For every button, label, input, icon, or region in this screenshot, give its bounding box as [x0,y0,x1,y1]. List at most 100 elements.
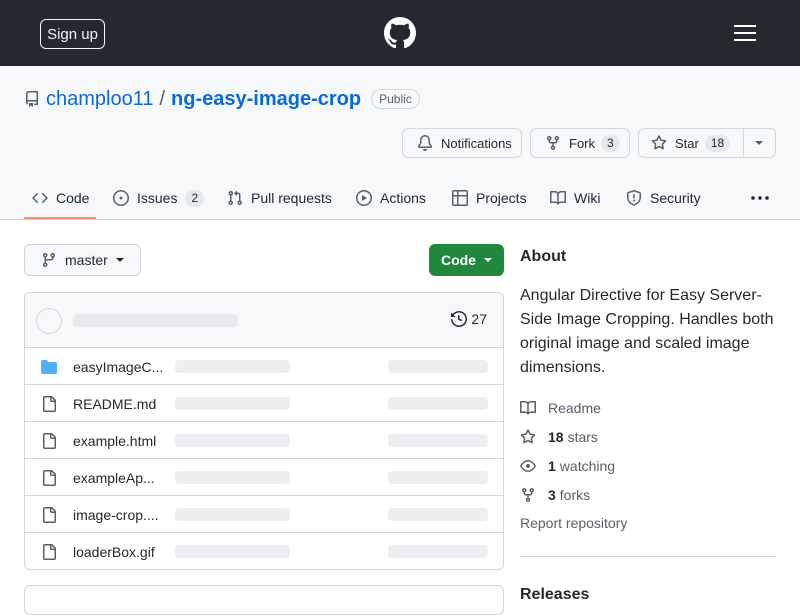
commit-message-placeholder [175,434,290,447]
tab-projects-label: Projects [476,190,527,206]
repo-nav-tabs: Code Issues 2 Pull requests Actions Proj… [0,176,800,220]
watchers-link[interactable]: 1 watching [520,456,615,476]
tab-projects[interactable]: Projects [452,176,527,220]
hamburger-menu-icon[interactable] [734,23,756,43]
shield-icon [627,190,641,206]
commit-date-placeholder [388,545,488,558]
file-row[interactable]: example.html [25,422,503,459]
file-row[interactable]: loaderBox.gif [25,533,503,569]
more-tabs-button[interactable] [750,176,778,220]
about-heading: About [520,248,567,265]
file-icon [43,470,56,486]
forks-link[interactable]: 3 forks [520,485,590,505]
code-button-label: Code [441,252,476,268]
file-row[interactable]: easyImageC... [25,348,503,385]
file-name[interactable]: easyImageC... [73,359,163,375]
eye-icon [520,460,536,472]
file-name[interactable]: README.md [73,396,163,412]
repo-description: Angular Directive for Easy Server-Side I… [520,287,774,376]
notifications-button[interactable]: Notifications [402,128,522,158]
commit-message-placeholder [73,314,238,327]
star-label: Star [675,135,699,151]
stars-link[interactable]: 18 stars [520,427,598,447]
commit-date-placeholder [388,471,488,484]
tab-wiki[interactable]: Wiki [550,176,600,220]
path-separator: / [159,87,166,110]
tab-code-label: Code [56,190,90,206]
file-list: 27 easyImageC... README.md example.html … [24,292,504,570]
chevron-down-icon [115,258,124,262]
repo-title: champloo11 / ng-easy-image-crop Public [24,86,420,112]
star-dropdown-caret-icon[interactable] [755,141,763,145]
star-icon [520,429,536,444]
commit-message-placeholder [175,471,290,484]
repo-name-link[interactable]: ng-easy-image-crop [171,88,361,111]
file-icon [43,507,56,523]
star-button[interactable]: Star 18 [638,128,776,158]
file-icon [43,433,56,449]
pull-request-icon [228,190,243,206]
book-icon [520,400,536,415]
history-icon [451,311,468,327]
forks-label: forks [559,487,591,503]
code-icon [32,192,48,204]
tab-issues-label: Issues [137,190,178,206]
file-name[interactable]: example.html [73,433,163,449]
file-row[interactable]: README.md [25,385,503,422]
repo-icon [25,91,38,107]
branch-icon [42,253,55,268]
tab-actions[interactable]: Actions [356,176,426,220]
fork-button[interactable]: Fork 3 [530,128,630,158]
site-header: Sign up [0,0,800,66]
commit-message-placeholder [175,545,290,558]
issue-icon [113,190,129,206]
commit-message-placeholder [175,397,290,410]
file-name[interactable]: loaderBox.gif [73,544,163,560]
file-name[interactable]: image-crop.... [73,507,163,523]
tab-code[interactable]: Code [32,176,89,220]
file-icon [43,544,56,560]
table-icon [452,190,468,206]
report-repository-link[interactable]: Report repository [520,515,627,531]
repo-owner-link[interactable]: champloo11 [46,88,153,111]
notifications-label: Notifications [441,135,512,151]
avatar-placeholder [36,308,62,334]
readme-link[interactable]: Readme [520,398,601,418]
star-icon [651,135,667,150]
stars-label: stars [567,429,598,445]
tab-pull-requests-label: Pull requests [251,190,332,206]
commit-date-placeholder [388,397,488,410]
book-icon [550,190,566,205]
tab-security-label: Security [650,190,701,206]
releases-heading[interactable]: Releases [520,586,589,604]
tab-security[interactable]: Security [626,176,701,220]
repo-header: champloo11 / ng-easy-image-crop Public N… [0,66,800,220]
sidebar-divider [520,556,776,557]
watching-label: watching [559,458,616,474]
chevron-down-icon [484,258,492,262]
fork-count: 3 [601,134,620,152]
sign-up-button[interactable]: Sign up [40,19,105,49]
readme-box [24,585,504,615]
code-download-button[interactable]: Code [429,244,504,276]
file-row[interactable]: image-crop.... [25,496,503,533]
tab-wiki-label: Wiki [574,190,601,206]
play-icon [356,190,372,206]
file-row[interactable]: exampleAp... [25,459,503,496]
visibility-badge: Public [371,89,420,109]
file-icon [43,396,56,412]
branch-select-button[interactable]: master [24,244,141,276]
kebab-horizontal-icon [751,196,769,200]
github-logo-icon[interactable] [384,17,416,49]
stars-count: 18 [548,429,564,445]
commit-date-placeholder [388,508,488,521]
star-count: 18 [704,134,731,152]
tab-issues[interactable]: Issues 2 [113,176,205,220]
readme-label: Readme [548,400,601,416]
commit-date-placeholder [388,360,488,373]
latest-commit-row: 27 [25,293,503,348]
commit-history-link[interactable]: 27 [451,311,487,327]
tab-pull-requests[interactable]: Pull requests [227,176,332,220]
commit-count: 27 [471,311,487,327]
file-name[interactable]: exampleAp... [73,470,163,486]
